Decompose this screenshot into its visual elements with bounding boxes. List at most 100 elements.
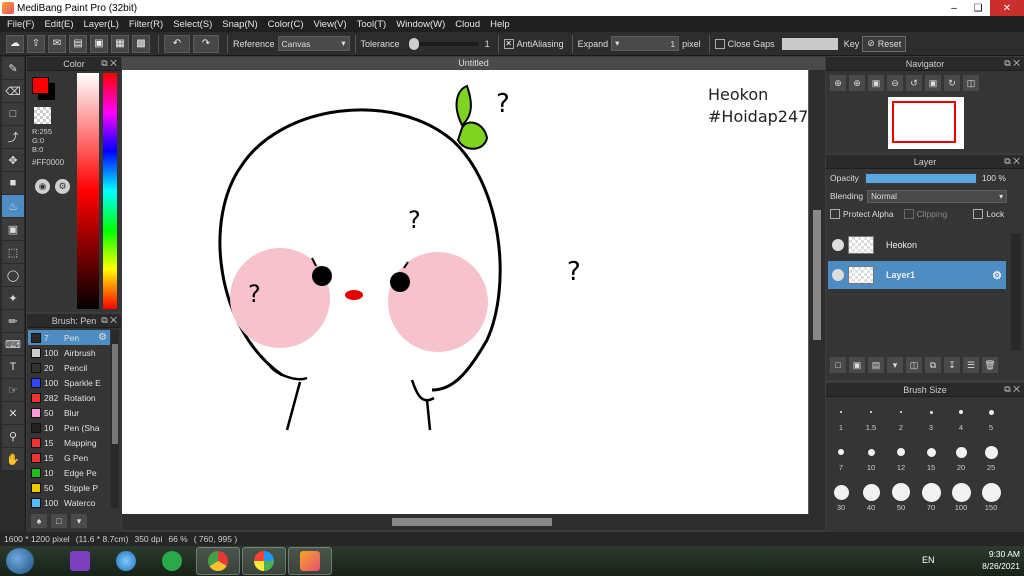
fill-rect-icon[interactable]: ■ bbox=[2, 172, 24, 194]
panel-controls-icon[interactable]: ⧉ ✕ bbox=[1004, 58, 1020, 69]
redo-button[interactable]: ↷ bbox=[193, 34, 219, 53]
hue-bar[interactable] bbox=[103, 73, 117, 309]
tolerance-slider[interactable] bbox=[408, 37, 479, 50]
magic-wand-icon[interactable]: ✦ bbox=[2, 287, 24, 309]
foreground-color-swatch[interactable] bbox=[32, 77, 49, 94]
select-pen-icon[interactable]: ✏ bbox=[2, 310, 24, 332]
opacity-slider[interactable] bbox=[864, 172, 977, 184]
brush-scrollbar[interactable] bbox=[111, 330, 119, 508]
scroll-thumb[interactable] bbox=[112, 344, 118, 444]
slider-handle[interactable] bbox=[408, 37, 419, 50]
visibility-icon[interactable] bbox=[832, 239, 844, 251]
panel-controls-icon[interactable]: ⧉ ✕ bbox=[101, 58, 117, 69]
new-8bit-layer-icon[interactable]: ▤ bbox=[868, 357, 884, 373]
navigator-preview[interactable] bbox=[888, 97, 964, 149]
brush-item[interactable]: 20 Pencil bbox=[28, 360, 110, 375]
rotate-reset-icon[interactable]: ▣ bbox=[925, 75, 941, 91]
brush-size-option[interactable]: 3 bbox=[916, 401, 946, 432]
flip-icon[interactable]: ◫ bbox=[963, 75, 979, 91]
brush-item[interactable]: 15 Mapping bbox=[28, 435, 110, 450]
layer-scrollbar[interactable] bbox=[1011, 233, 1021, 351]
brush-size-option[interactable]: 25 bbox=[976, 441, 1006, 472]
brush-item[interactable]: 7 Pen ⚙ bbox=[28, 330, 110, 345]
new-halftone-layer-icon[interactable]: ▣ bbox=[849, 357, 865, 373]
menu-color[interactable]: Color(C) bbox=[263, 19, 309, 30]
menu-tool[interactable]: Tool(T) bbox=[352, 19, 392, 30]
brush-size-option[interactable]: 2 bbox=[886, 401, 916, 432]
blending-select[interactable]: Normal ▾ bbox=[867, 189, 1008, 203]
transparent-color-swatch[interactable] bbox=[34, 107, 51, 124]
color-settings-icon[interactable]: ⚙ bbox=[55, 179, 70, 194]
lasso-select-icon[interactable]: ◯ bbox=[2, 264, 24, 286]
brush-item[interactable]: 50 Blur bbox=[28, 405, 110, 420]
visual-studio-task[interactable] bbox=[58, 547, 102, 575]
menu-select[interactable]: Select(S) bbox=[168, 19, 217, 30]
brush-size-option[interactable]: 20 bbox=[946, 441, 976, 472]
layer-item-layer1[interactable]: Layer1 ⚙ bbox=[828, 261, 1006, 289]
colorful-app-task[interactable] bbox=[242, 547, 286, 575]
gradient-tool-icon[interactable]: ▣ bbox=[2, 218, 24, 240]
visibility-icon[interactable] bbox=[832, 269, 844, 281]
gear-icon[interactable]: ⚙ bbox=[98, 332, 107, 343]
antialiasing-checkbox[interactable]: ✕ bbox=[503, 38, 514, 49]
gear-icon[interactable]: ⚙ bbox=[992, 269, 1002, 282]
folder-icon[interactable]: ◫ bbox=[906, 357, 922, 373]
brush-size-option[interactable]: 10 bbox=[856, 441, 886, 472]
start-button[interactable] bbox=[6, 548, 34, 574]
merge-down-icon[interactable]: ↧ bbox=[944, 357, 960, 373]
brush-size-option[interactable]: 12 bbox=[886, 441, 916, 472]
menu-file[interactable]: File(F) bbox=[2, 19, 39, 30]
close-gaps-checkbox[interactable] bbox=[714, 38, 725, 49]
expand-stepper[interactable]: ▾ 1 bbox=[611, 36, 680, 51]
divide-tool-icon[interactable]: ✕ bbox=[2, 402, 24, 424]
menu-layer[interactable]: Layer(L) bbox=[79, 19, 124, 30]
duplicate-layer-icon[interactable]: ⧉ bbox=[925, 357, 941, 373]
brush-item[interactable]: 100 Sparkle E bbox=[28, 375, 110, 390]
layer-menu-icon[interactable]: ☰ bbox=[963, 357, 979, 373]
panel-controls-icon[interactable]: ⧉ ✕ bbox=[1004, 156, 1020, 167]
saturation-value-bar[interactable] bbox=[77, 73, 99, 309]
panel-controls-icon[interactable]: ⧉ ✕ bbox=[101, 315, 117, 326]
medibang-task[interactable] bbox=[288, 547, 332, 575]
zoom-fit-icon[interactable]: ⊕ bbox=[849, 75, 865, 91]
rect-select-icon[interactable]: ⬚ bbox=[2, 241, 24, 263]
brush-size-option[interactable]: 15 bbox=[916, 441, 946, 472]
menu-help[interactable]: Help bbox=[485, 19, 515, 30]
material-icon[interactable]: ▦ bbox=[111, 34, 129, 53]
brush-item[interactable]: 10 Edge Pe bbox=[28, 465, 110, 480]
new-layer-icon[interactable]: □ bbox=[830, 357, 846, 373]
brush-size-option[interactable]: 30 bbox=[826, 481, 856, 512]
brush-item[interactable]: 15 G Pen bbox=[28, 450, 110, 465]
brush-size-option[interactable]: 100 bbox=[946, 481, 976, 512]
grid-icon[interactable]: ▩ bbox=[132, 34, 150, 53]
maximize-button[interactable]: ❏ bbox=[966, 0, 990, 16]
canvas-horizontal-scrollbar[interactable] bbox=[122, 514, 825, 530]
add-brush-icon[interactable]: ♠ bbox=[31, 514, 47, 528]
scroll-thumb[interactable] bbox=[813, 210, 821, 340]
hand-tool-icon[interactable]: ✋ bbox=[2, 448, 24, 470]
operation-tool-icon[interactable]: ☞ bbox=[2, 379, 24, 401]
reset-button[interactable]: ⊘ Reset bbox=[862, 35, 907, 52]
move-tool-icon[interactable]: ✥ bbox=[2, 149, 24, 171]
palette-icon[interactable]: ◉ bbox=[35, 179, 50, 194]
menu-window[interactable]: Window(W) bbox=[391, 19, 450, 30]
delete-layer-icon[interactable]: 🗑 bbox=[982, 357, 998, 373]
rotate-right-icon[interactable]: ↻ bbox=[944, 75, 960, 91]
brush-size-option[interactable]: 4 bbox=[946, 401, 976, 432]
brush-item[interactable]: 100 Waterco bbox=[28, 495, 110, 510]
lock-checkbox[interactable] bbox=[973, 209, 984, 219]
add-layer-menu-icon[interactable]: ▾ bbox=[887, 357, 903, 373]
text-tool-icon[interactable]: T bbox=[2, 356, 24, 378]
close-gaps-slider[interactable] bbox=[781, 37, 838, 50]
select-eraser-icon[interactable]: ⌨ bbox=[2, 333, 24, 355]
brush-tool-icon[interactable]: ✎ bbox=[2, 57, 24, 79]
menu-filter[interactable]: Filter(R) bbox=[124, 19, 168, 30]
brush-size-option[interactable]: 50 bbox=[886, 481, 916, 512]
viewport-frame[interactable] bbox=[892, 101, 956, 143]
clipping-checkbox[interactable] bbox=[903, 209, 914, 219]
menu-view[interactable]: View(V) bbox=[309, 19, 352, 30]
message-icon[interactable]: ▤ bbox=[69, 34, 87, 53]
minimize-button[interactable]: – bbox=[942, 0, 966, 16]
document-icon[interactable]: ▣ bbox=[90, 34, 108, 53]
eyedropper-icon[interactable]: ⚲ bbox=[2, 425, 24, 447]
